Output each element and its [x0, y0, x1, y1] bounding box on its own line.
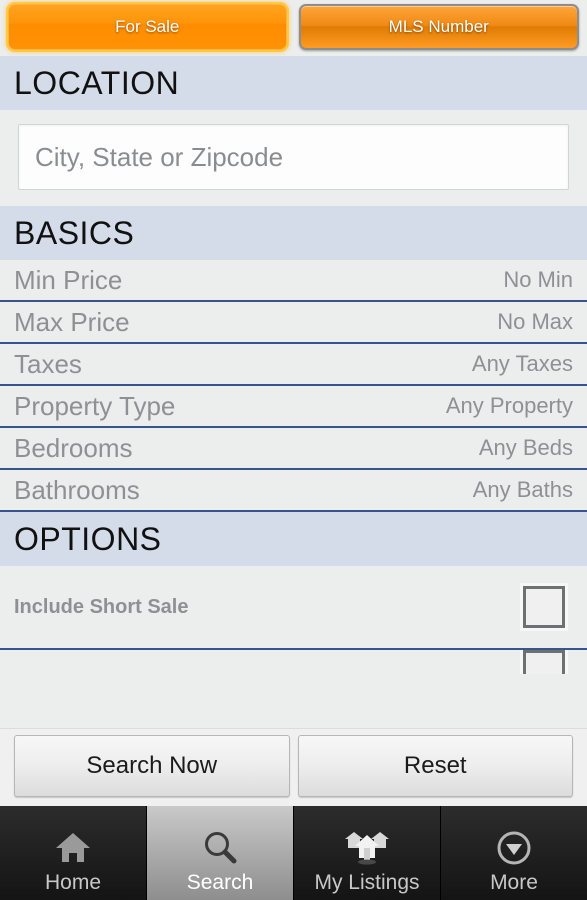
basics-rows: Min Price No Min Max Price No Max Taxes …	[0, 260, 587, 512]
section-header-basics-label: BASICS	[14, 214, 135, 251]
row-min-price[interactable]: Min Price No Min	[0, 260, 587, 302]
tab-mls-number-label: MLS Number	[388, 17, 489, 36]
tab-mls-number[interactable]: MLS Number	[298, 4, 579, 50]
nav-item-more-label: More	[490, 870, 538, 894]
section-header-options-label: OPTIONS	[14, 520, 162, 557]
options-rows: Include Short Sale	[0, 566, 587, 674]
action-bar: Search Now Reset	[0, 728, 587, 806]
chevron-down-circle-icon	[494, 825, 534, 871]
row-bedrooms[interactable]: Bedrooms Any Beds	[0, 428, 587, 470]
row-value: Any Property	[445, 393, 573, 418]
row-label: Taxes	[14, 348, 82, 379]
row-value: Any Baths	[472, 477, 573, 502]
option-row-partial[interactable]	[0, 650, 587, 674]
row-label: Bathrooms	[14, 474, 140, 505]
row-property-type[interactable]: Property Type Any Property	[0, 386, 587, 428]
section-header-options: OPTIONS	[0, 512, 587, 566]
row-taxes[interactable]: Taxes Any Taxes	[0, 344, 587, 386]
location-search-input[interactable]	[18, 124, 569, 190]
nav-item-my-listings-label: My Listings	[314, 870, 420, 894]
reset-label: Reset	[403, 751, 467, 779]
row-max-price[interactable]: Max Price No Max	[0, 302, 587, 344]
section-header-basics: BASICS	[0, 206, 587, 260]
bottom-nav: Home Search My Listings More	[0, 806, 587, 900]
nav-item-home-label: Home	[44, 870, 102, 894]
section-header-location: LOCATION	[0, 56, 587, 110]
nav-item-search[interactable]: Search	[147, 806, 294, 900]
row-label: Min Price	[14, 264, 123, 295]
section-header-location-label: LOCATION	[14, 64, 180, 101]
row-label: Property Type	[14, 390, 176, 421]
row-label: Max Price	[14, 306, 130, 337]
row-value: No Max	[497, 309, 573, 334]
row-value: Any Taxes	[471, 351, 573, 376]
location-pane	[0, 110, 587, 206]
nav-item-my-listings[interactable]: My Listings	[294, 806, 441, 900]
search-screen: For Sale MLS Number LOCATION BASICS Min …	[0, 0, 587, 900]
search-now-label: Search Now	[86, 751, 218, 779]
magnifier-icon	[200, 825, 240, 871]
checkbox-include-short-sale[interactable]	[523, 586, 565, 628]
search-now-button[interactable]: Search Now	[14, 734, 290, 797]
nav-item-more[interactable]: More	[441, 806, 587, 900]
nav-item-search-label: Search	[186, 870, 254, 894]
search-mode-tabs: For Sale MLS Number	[0, 0, 587, 56]
row-value: No Min	[503, 267, 573, 292]
option-label: Include Short Sale	[14, 595, 189, 618]
nav-item-home[interactable]: Home	[0, 806, 147, 900]
home-icon	[53, 825, 93, 871]
tab-for-sale[interactable]: For Sale	[8, 4, 287, 50]
checkbox-partial[interactable]	[523, 650, 565, 674]
row-label: Bedrooms	[14, 432, 133, 463]
tab-for-sale-label: For Sale	[115, 17, 180, 36]
row-value: Any Beds	[478, 435, 573, 460]
reset-button[interactable]: Reset	[297, 734, 573, 797]
houses-icon	[343, 825, 391, 871]
row-bathrooms[interactable]: Bathrooms Any Baths	[0, 470, 587, 512]
option-row-include-short-sale[interactable]: Include Short Sale	[0, 566, 587, 650]
